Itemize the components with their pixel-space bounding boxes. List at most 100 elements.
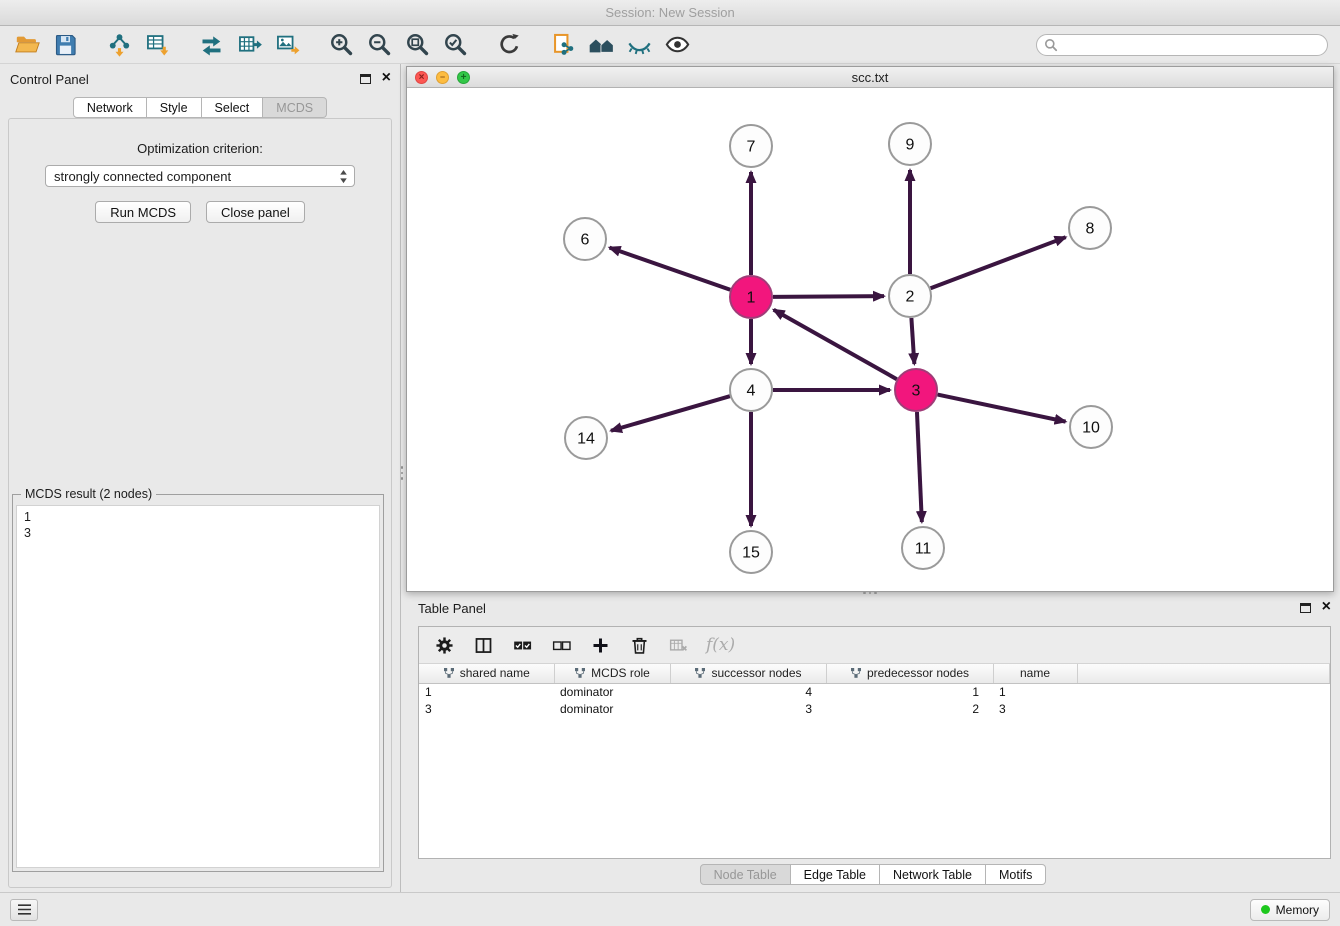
open-session-button[interactable] bbox=[8, 29, 46, 61]
document-network-icon bbox=[550, 31, 577, 58]
table-cell[interactable]: 1 bbox=[419, 683, 554, 700]
close-table-panel-icon[interactable] bbox=[1322, 598, 1331, 616]
half-eye-icon bbox=[626, 31, 653, 58]
float-table-panel-icon[interactable] bbox=[1300, 603, 1311, 613]
tab-edge-table[interactable]: Edge Table bbox=[791, 864, 880, 885]
vertical-splitter-handle[interactable] bbox=[399, 455, 405, 491]
table-row[interactable]: 1dominator411 bbox=[419, 683, 1330, 700]
control-panel-tabs: Network Style Select MCDS bbox=[0, 97, 400, 118]
open-folder-icon bbox=[14, 31, 41, 58]
graph-node-11[interactable]: 11 bbox=[902, 527, 944, 569]
column-type-icon bbox=[443, 667, 455, 679]
criterion-select[interactable]: strongly connected component bbox=[45, 165, 355, 187]
column-header-successor-nodes[interactable]: successor nodes bbox=[670, 664, 826, 683]
close-panel-icon[interactable] bbox=[382, 69, 391, 87]
minimize-window-icon[interactable] bbox=[436, 71, 449, 84]
show-columns-button[interactable] bbox=[472, 634, 494, 656]
column-header-name[interactable]: name bbox=[993, 664, 1077, 683]
network-canvas[interactable]: 7 9 6 8 1 2 4 3 14 10 15 11 bbox=[407, 88, 1333, 591]
refresh-button[interactable] bbox=[490, 29, 528, 61]
column-header-filler bbox=[1077, 664, 1330, 683]
hide-selected-button[interactable] bbox=[620, 29, 658, 61]
graph-node-15[interactable]: 15 bbox=[730, 531, 772, 573]
refresh-icon bbox=[496, 31, 523, 58]
table-cell[interactable]: 3 bbox=[670, 700, 826, 717]
tab-select[interactable]: Select bbox=[202, 97, 264, 118]
network-window-titlebar[interactable]: scc.txt bbox=[407, 67, 1333, 88]
tab-style[interactable]: Style bbox=[147, 97, 202, 118]
tab-motifs[interactable]: Motifs bbox=[986, 864, 1046, 885]
column-header-predecessor-nodes[interactable]: predecessor nodes bbox=[826, 664, 993, 683]
import-table-button[interactable] bbox=[138, 29, 176, 61]
criterion-value: strongly connected component bbox=[54, 169, 231, 184]
add-column-button[interactable] bbox=[589, 634, 611, 656]
graph-edge-3-11[interactable] bbox=[917, 412, 922, 522]
svg-text:6: 6 bbox=[581, 232, 590, 249]
graph-node-10[interactable]: 10 bbox=[1070, 406, 1112, 448]
select-all-button[interactable] bbox=[511, 634, 533, 656]
graph-node-9[interactable]: 9 bbox=[889, 123, 931, 165]
table-cell[interactable]: 2 bbox=[826, 700, 993, 717]
tab-network[interactable]: Network bbox=[73, 97, 147, 118]
tab-node-table[interactable]: Node Table bbox=[700, 864, 791, 885]
graph-node-14[interactable]: 14 bbox=[565, 417, 607, 459]
show-all-button[interactable] bbox=[658, 29, 696, 61]
close-window-icon[interactable] bbox=[415, 71, 428, 84]
graph-edge-3-1[interactable] bbox=[774, 310, 897, 379]
tab-mcds[interactable]: MCDS bbox=[263, 97, 327, 118]
tab-network-table[interactable]: Network Table bbox=[880, 864, 986, 885]
status-bar: Memory bbox=[0, 892, 1340, 926]
zoom-fit-button[interactable] bbox=[398, 29, 436, 61]
graph-node-8[interactable]: 8 bbox=[1069, 207, 1111, 249]
delete-column-button[interactable] bbox=[628, 634, 650, 656]
table-cell[interactable]: 1 bbox=[993, 683, 1077, 700]
graph-node-3[interactable]: 3 bbox=[895, 369, 937, 411]
deselect-all-button[interactable] bbox=[550, 634, 572, 656]
table-cell[interactable]: 3 bbox=[993, 700, 1077, 717]
graph-edge-1-2[interactable] bbox=[773, 296, 884, 297]
apply-layout-button[interactable] bbox=[192, 29, 230, 61]
mcds-result-text[interactable]: 1 3 bbox=[16, 505, 380, 868]
graph-edge-1-6[interactable] bbox=[610, 248, 731, 290]
table-cell[interactable]: dominator bbox=[554, 700, 670, 717]
zoom-in-button[interactable] bbox=[322, 29, 360, 61]
column-header-mcds-role[interactable]: MCDS role bbox=[554, 664, 670, 683]
run-mcds-button[interactable]: Run MCDS bbox=[95, 201, 191, 223]
zoom-selected-button[interactable] bbox=[436, 29, 474, 61]
import-network-button[interactable] bbox=[100, 29, 138, 61]
graph-edge-2-3[interactable] bbox=[911, 318, 914, 364]
mcds-buttons-row: Run MCDS Close panel bbox=[9, 201, 391, 223]
graph-node-4[interactable]: 4 bbox=[730, 369, 772, 411]
save-session-button[interactable] bbox=[46, 29, 84, 61]
first-neighbors-button[interactable] bbox=[582, 29, 620, 61]
zoom-in-icon bbox=[328, 31, 355, 58]
close-panel-button[interactable]: Close panel bbox=[206, 201, 305, 223]
graph-edge-3-10[interactable] bbox=[938, 395, 1066, 422]
graph-node-1[interactable]: 1 bbox=[730, 276, 772, 318]
graph-node-6[interactable]: 6 bbox=[564, 218, 606, 260]
table-cell[interactable]: 1 bbox=[826, 683, 993, 700]
graph-node-2[interactable]: 2 bbox=[889, 275, 931, 317]
table-row[interactable]: 3dominator323 bbox=[419, 700, 1330, 717]
delete-table-icon bbox=[668, 635, 689, 656]
network-and-table-button[interactable] bbox=[230, 29, 268, 61]
graph-edge-2-8[interactable] bbox=[931, 237, 1066, 288]
column-type-icon bbox=[574, 667, 586, 679]
search-input[interactable] bbox=[1036, 34, 1328, 56]
table-settings-button[interactable] bbox=[433, 634, 455, 656]
graph-edge-4-14[interactable] bbox=[611, 396, 730, 431]
table-cell[interactable]: dominator bbox=[554, 683, 670, 700]
graph-node-7[interactable]: 7 bbox=[730, 125, 772, 167]
clone-network-button[interactable] bbox=[544, 29, 582, 61]
status-menu-button[interactable] bbox=[10, 899, 38, 921]
table-cell[interactable]: 3 bbox=[419, 700, 554, 717]
table-cell[interactable]: 4 bbox=[670, 683, 826, 700]
zoom-out-button[interactable] bbox=[360, 29, 398, 61]
memory-button[interactable]: Memory bbox=[1250, 899, 1330, 921]
column-header-shared-name[interactable]: shared name bbox=[419, 664, 554, 683]
network-graph[interactable]: 7 9 6 8 1 2 4 3 14 10 15 11 bbox=[407, 88, 1333, 591]
float-panel-icon[interactable] bbox=[360, 74, 371, 84]
network-window-title: scc.txt bbox=[852, 70, 889, 85]
export-image-button[interactable] bbox=[268, 29, 306, 61]
maximize-window-icon[interactable] bbox=[457, 71, 470, 84]
